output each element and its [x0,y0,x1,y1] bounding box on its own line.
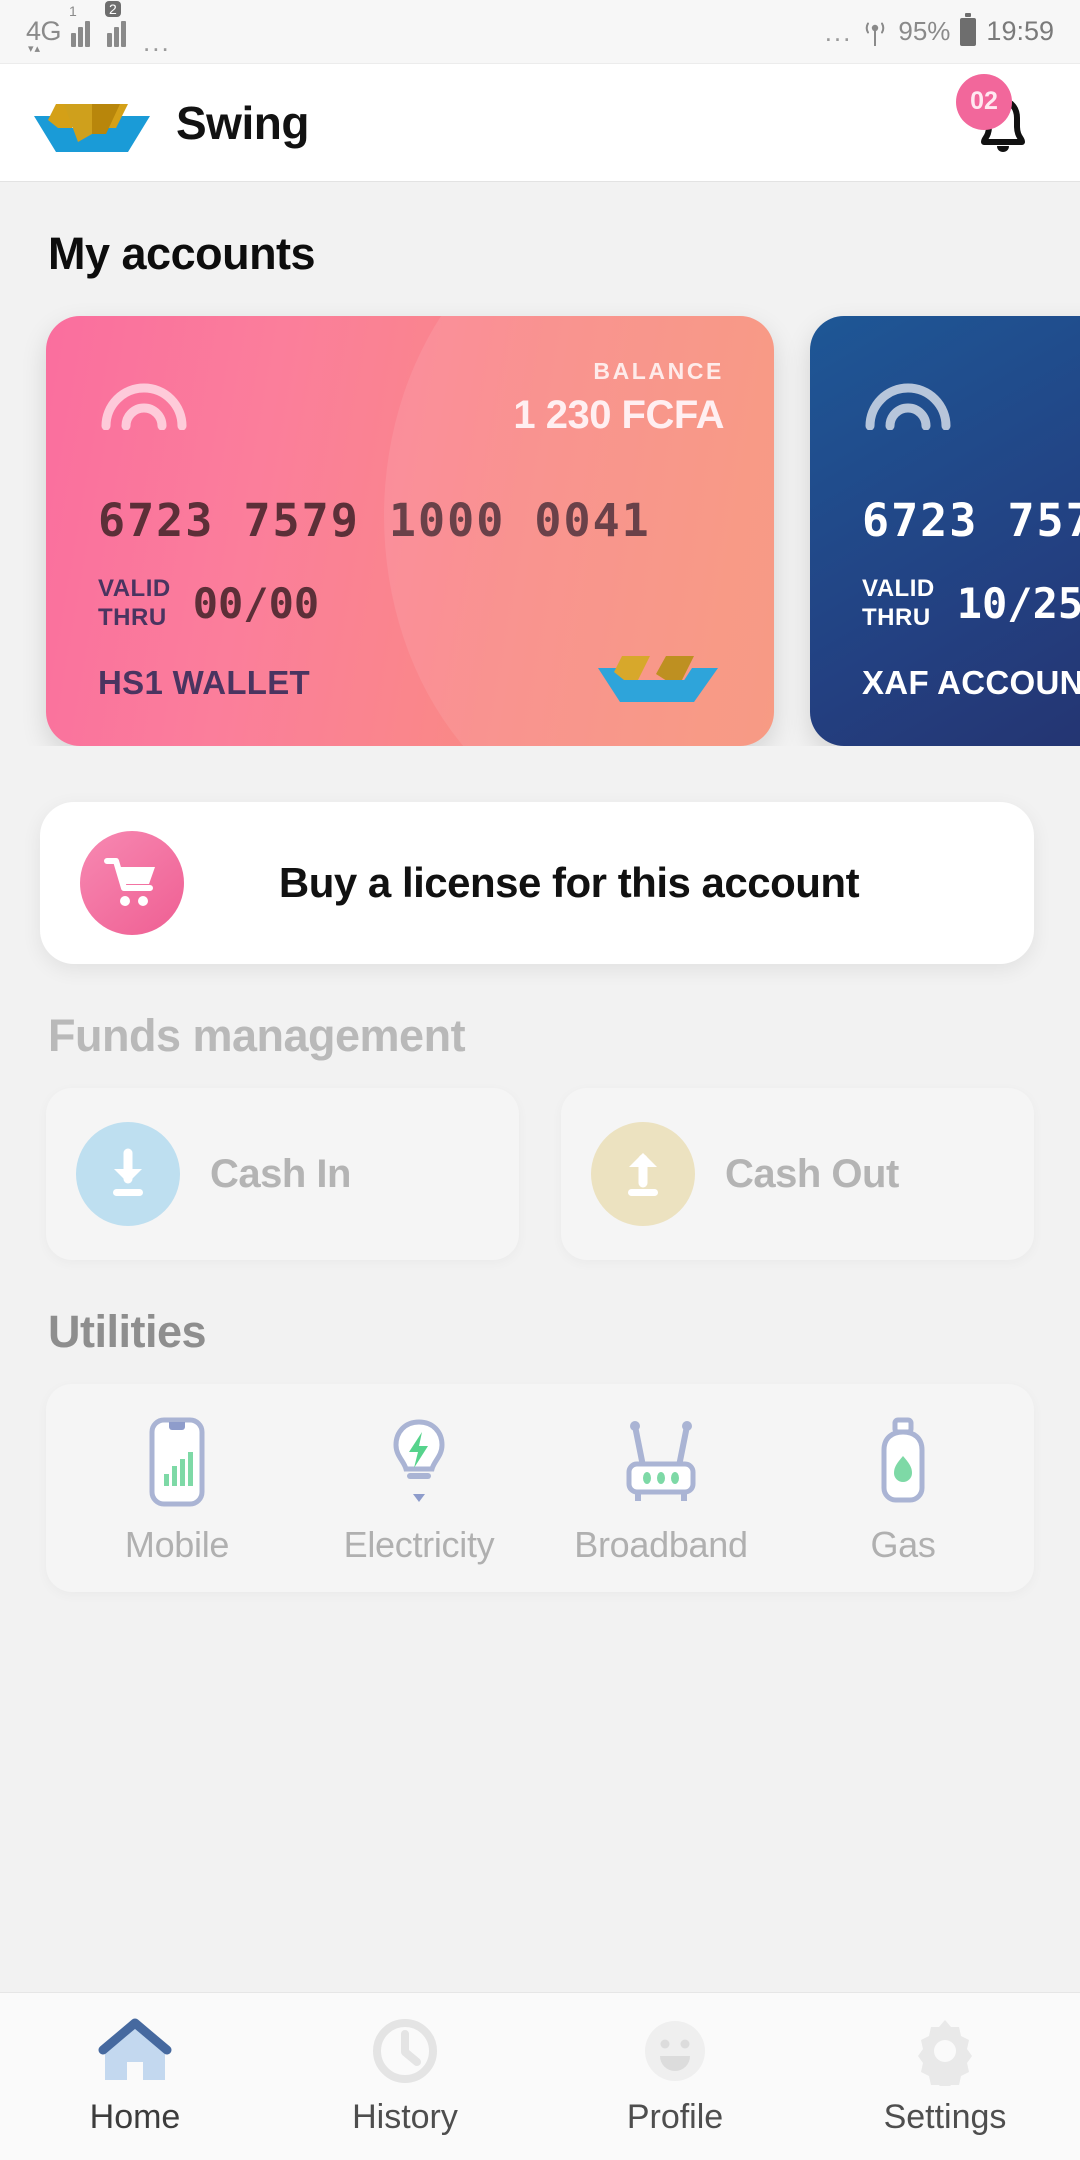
sim2-label: 2 [105,1,121,17]
account-card[interactable]: BALANCE 1 230 FCFA 6723 7579 1000 0041 V… [46,316,774,746]
cast-icon [862,17,888,47]
nav-label: History [352,2098,458,2136]
utility-mobile-button[interactable]: Mobile [56,1414,298,1566]
funds-row: Cash In Cash Out [0,1062,1080,1260]
data-transfer-icon: ▾▴ [28,43,42,55]
valid-thru-value: 00/00 [192,578,320,628]
card-validity: VALID THRU 10/25 [862,574,1080,633]
app-header: Swing 02 [0,64,1080,182]
gear-icon [910,2016,980,2086]
status-bar-right: ... 95% 19:59 [824,12,1054,47]
swing-logo-icon [34,94,150,152]
main-content: My accounts BALANCE 1 230 FCFA 6723 7579… [0,182,1080,1992]
signal-strength-sim1-icon: 1 [69,3,97,47]
bottom-navigation: Home History Profile Settings [0,1992,1080,2160]
swing-logo-icon [598,646,718,702]
clock-label: 19:59 [986,16,1054,46]
card-account-name: XAF ACCOUNT [862,664,1080,701]
utility-electricity-button[interactable]: Electricity [298,1414,540,1566]
nav-label: Settings [883,2098,1007,2136]
card-number: 6723 7579 1000 0041 [98,494,651,547]
valid-thru-label: VALID THRU [862,575,935,632]
sim1-label: 1 [69,3,77,19]
nav-item-settings[interactable]: Settings [810,2016,1080,2137]
balance-label: BALANCE [593,358,724,384]
utilities-row: Mobile Electricity Broadband Gas [46,1384,1034,1592]
smiley-face-icon [640,2016,710,2086]
lightbulb-icon [386,1414,452,1510]
brand: Swing [34,94,309,152]
accounts-carousel[interactable]: BALANCE 1 230 FCFA 6723 7579 1000 0041 V… [0,280,1080,746]
app-title: Swing [176,96,309,149]
notifications-button[interactable]: 02 [956,73,1046,166]
utility-gas-button[interactable]: Gas [782,1414,1024,1566]
nav-label: Profile [626,2098,724,2136]
nav-item-history[interactable]: History [270,2016,540,2137]
utility-label: Broadband [574,1524,748,1565]
gas-canister-icon [872,1414,934,1510]
bell-icon [960,97,1046,170]
contactless-icon [98,372,190,435]
buy-license-button[interactable]: Buy a license for this account [40,802,1034,964]
mobile-phone-icon [146,1414,208,1510]
upload-arrow-icon [591,1122,695,1226]
battery-percent-label: 95% [898,16,951,46]
buy-license-label: Buy a license for this account [278,859,860,906]
cash-out-button[interactable]: Cash Out [561,1088,1034,1260]
account-card[interactable]: BALANCE 6723 7579 1000 0041 VALID THRU 1… [810,316,1080,746]
notification-badge: 02 [956,73,1012,130]
shopping-cart-icon [80,831,184,935]
battery-icon [960,12,977,46]
utility-label: Electricity [343,1524,495,1565]
card-account-name: HS1 WALLET [98,664,311,701]
router-icon [619,1414,703,1510]
status-left-overflow-icon: ... [143,27,171,57]
clock-icon [370,2016,440,2086]
card-number: 6723 7579 1000 0041 [862,494,1080,547]
status-right-overflow-icon: ... [824,16,853,47]
nav-item-home[interactable]: Home [0,2016,270,2137]
utility-label: Gas [870,1524,936,1565]
home-icon [97,2016,173,2086]
card-validity: VALID THRU 00/00 [98,574,319,633]
utility-broadband-button[interactable]: Broadband [540,1414,782,1566]
utilities-section-title: Utilities [48,1306,207,1357]
signal-strength-sim2-icon: 2 [105,1,133,47]
download-arrow-icon [76,1122,180,1226]
status-bar-left: 4G ▾▴ 1 2 ... [26,1,825,57]
nav-item-profile[interactable]: Profile [540,2016,810,2137]
balance-value: 1 230 FCFA [513,393,724,437]
cash-in-label: Cash In [210,1151,351,1196]
card-balance: BALANCE 1 230 FCFA [513,358,724,438]
utility-label: Mobile [124,1524,230,1565]
cash-in-button[interactable]: Cash In [46,1088,519,1260]
status-bar: 4G ▾▴ 1 2 ... ... 95% 19:59 [0,0,1080,64]
valid-thru-label: VALID THRU [98,575,171,632]
nav-label: Home [89,2098,181,2136]
cash-out-label: Cash Out [725,1151,899,1196]
accounts-section-title: My accounts [48,228,316,279]
network-type-label: 4G ▾▴ [26,16,62,55]
funds-section-title: Funds management [48,1010,466,1061]
contactless-icon [862,372,954,435]
valid-thru-value: 10/25 [956,578,1080,628]
